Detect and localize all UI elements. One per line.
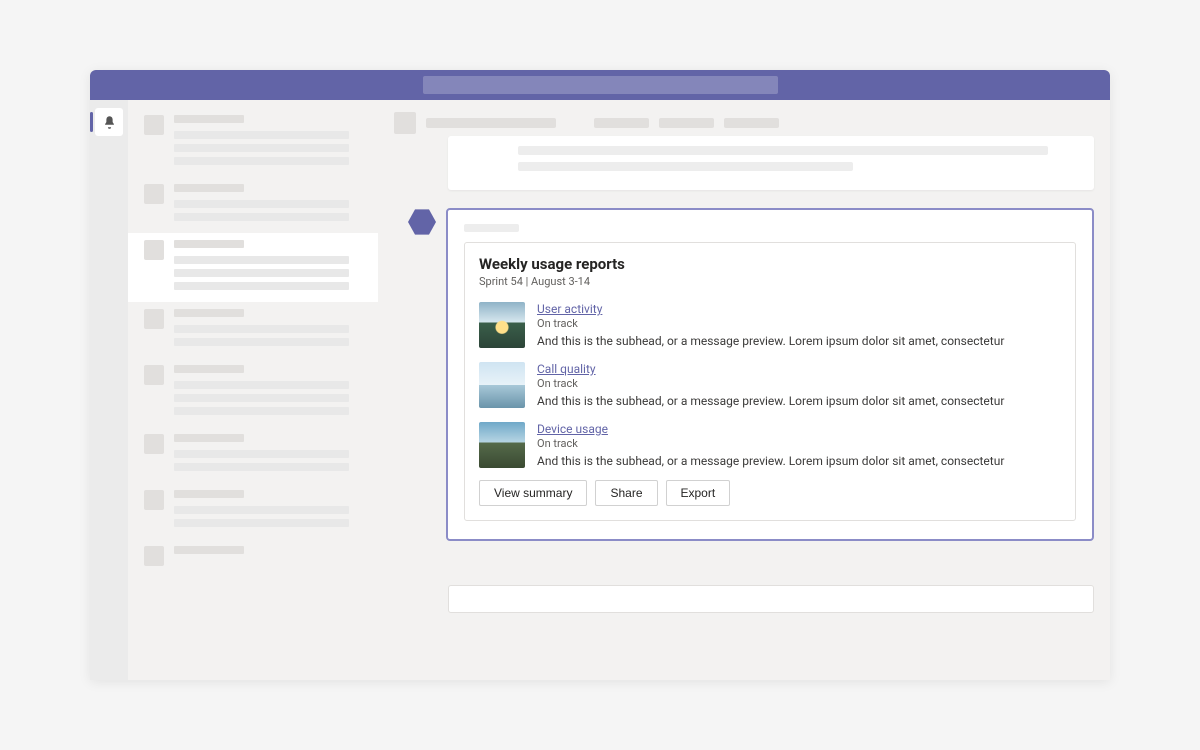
- avatar: [394, 112, 416, 134]
- share-button[interactable]: Share: [595, 480, 657, 506]
- report-item: Call quality On track And this is the su…: [479, 362, 1061, 408]
- list-item[interactable]: [128, 177, 378, 233]
- report-status: On track: [537, 317, 1061, 330]
- bot-name-placeholder: [464, 224, 519, 232]
- card-actions: View summary Share Export: [479, 480, 1061, 506]
- list-item[interactable]: [128, 108, 378, 177]
- view-summary-button[interactable]: View summary: [479, 480, 587, 506]
- list-item[interactable]: [128, 483, 378, 539]
- report-desc: And this is the subhead, or a message pr…: [537, 334, 1061, 348]
- conversation-pane: Weekly usage reports Sprint 54 | August …: [378, 100, 1110, 680]
- avatar: [144, 434, 164, 454]
- adaptive-card: Weekly usage reports Sprint 54 | August …: [464, 242, 1076, 521]
- avatar: [144, 365, 164, 385]
- avatar: [144, 240, 164, 260]
- report-status: On track: [537, 377, 1061, 390]
- report-status: On track: [537, 437, 1061, 450]
- titlebar: [90, 70, 1110, 100]
- card-title: Weekly usage reports: [479, 255, 1061, 273]
- report-link-user-activity[interactable]: User activity: [537, 302, 602, 316]
- rail-item-activity[interactable]: [95, 108, 123, 136]
- bell-icon: [102, 115, 117, 130]
- conversation-header: [394, 112, 1094, 134]
- report-thumbnail: [479, 362, 525, 408]
- bot-message-row: Weekly usage reports Sprint 54 | August …: [394, 208, 1094, 541]
- report-desc: And this is the subhead, or a message pr…: [537, 394, 1061, 408]
- app-body: Weekly usage reports Sprint 54 | August …: [90, 100, 1110, 680]
- compose-input[interactable]: [448, 585, 1094, 613]
- card-subtitle: Sprint 54 | August 3-14: [479, 275, 1061, 288]
- bot-message-card[interactable]: Weekly usage reports Sprint 54 | August …: [446, 208, 1094, 541]
- report-thumbnail: [479, 422, 525, 468]
- list-item[interactable]: [128, 539, 378, 573]
- search-input[interactable]: [423, 76, 778, 94]
- report-thumbnail: [479, 302, 525, 348]
- avatar: [144, 490, 164, 510]
- list-item[interactable]: [128, 358, 378, 427]
- export-button[interactable]: Export: [666, 480, 731, 506]
- avatar: [144, 546, 164, 566]
- report-link-call-quality[interactable]: Call quality: [537, 362, 596, 376]
- list-item[interactable]: [128, 427, 378, 483]
- bot-avatar-icon: [408, 208, 436, 236]
- avatar: [144, 115, 164, 135]
- report-link-device-usage[interactable]: Device usage: [537, 422, 608, 436]
- report-desc: And this is the subhead, or a message pr…: [537, 454, 1061, 468]
- avatar: [144, 309, 164, 329]
- report-item: Device usage On track And this is the su…: [479, 422, 1061, 468]
- left-rail: [90, 100, 128, 680]
- feed-sidebar: [128, 100, 378, 680]
- report-item: User activity On track And this is the s…: [479, 302, 1061, 348]
- list-item[interactable]: [128, 233, 378, 302]
- avatar: [144, 184, 164, 204]
- app-window: Weekly usage reports Sprint 54 | August …: [90, 70, 1110, 680]
- list-item[interactable]: [128, 302, 378, 358]
- message-row: [394, 140, 1094, 190]
- message-card[interactable]: [448, 136, 1094, 190]
